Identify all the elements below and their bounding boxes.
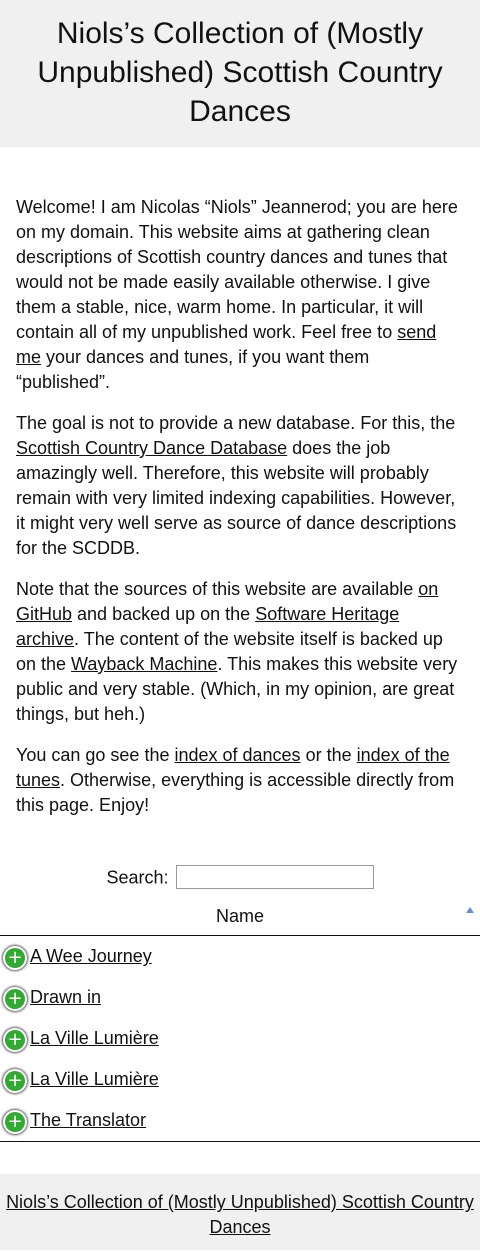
dance-cell: + La Ville Lumière <box>0 1018 480 1059</box>
intro-text: The goal is not to provide a new databas… <box>16 413 456 433</box>
index-of-dances-link[interactable]: index of dances <box>174 745 300 765</box>
site-header: Niols’s Collection of (Mostly Unpublishe… <box>0 0 480 147</box>
name-column-label: Name <box>215 905 264 926</box>
intro-text: . Otherwise, everything is accessible di… <box>16 770 455 815</box>
search-label: Search: <box>106 867 169 888</box>
dance-cell: + La Ville Lumière <box>0 1059 480 1100</box>
expand-plus-icon[interactable]: + <box>5 989 25 1010</box>
table-row: + La Ville Lumière <box>0 1059 480 1100</box>
expand-plus-icon[interactable]: + <box>5 1030 25 1051</box>
intro-text: your dances and tunes, if you want them … <box>16 347 370 392</box>
expand-plus-icon[interactable]: + <box>5 1112 25 1133</box>
intro-text: You can go see the <box>16 745 175 765</box>
page-title: Niols’s Collection of (Mostly Unpublishe… <box>37 17 443 128</box>
intro-paragraph-indexes: You can go see the index of dances or th… <box>16 743 464 818</box>
expand-plus-icon[interactable]: + <box>5 948 25 969</box>
footer-home-link[interactable]: Niols’s Collection of (Mostly Unpublishe… <box>6 1192 474 1237</box>
dance-link[interactable]: The Translator <box>30 1110 146 1130</box>
site-footer: Niols’s Collection of (Mostly Unpublishe… <box>0 1174 480 1251</box>
dance-link[interactable]: La Ville Lumière <box>30 1028 159 1048</box>
dance-link[interactable]: A Wee Journey <box>30 946 152 966</box>
intro-paragraph-welcome: Welcome! I am Nicolas “Niols” Jeannerod;… <box>16 195 464 395</box>
dance-link[interactable]: La Ville Lumière <box>30 1069 159 1089</box>
intro-text: or the <box>300 745 357 765</box>
intro-paragraph-goal: The goal is not to provide a new databas… <box>16 411 464 561</box>
table-row: + A Wee Journey <box>0 936 480 978</box>
wayback-machine-link[interactable]: Wayback Machine <box>71 654 217 674</box>
dances-table: Name + A Wee Journey + Drawn in + La Ville … <box>0 897 480 1143</box>
dance-cell: + Drawn in <box>0 977 480 1018</box>
name-column-header[interactable]: Name <box>0 897 480 937</box>
search-input[interactable] <box>175 865 374 890</box>
sort-ascending-icon <box>466 907 474 914</box>
intro-paragraph-sources: Note that the sources of this website ar… <box>16 577 464 727</box>
dance-cell: + A Wee Journey <box>0 936 480 977</box>
main-content: Welcome! I am Nicolas “Niols” Jeannerod;… <box>0 147 480 818</box>
scddb-link[interactable]: Scottish Country Dance Database <box>16 438 287 458</box>
intro-text: Note that the sources of this website ar… <box>16 579 419 599</box>
search-row: Search: <box>0 862 480 891</box>
dance-link[interactable]: Drawn in <box>30 987 101 1007</box>
intro-text: and backed up on the <box>72 604 256 624</box>
expand-plus-icon[interactable]: + <box>5 1071 25 1092</box>
table-row: + The Translator <box>0 1100 480 1143</box>
dance-cell: + The Translator <box>0 1100 480 1141</box>
intro-text: Welcome! I am Nicolas “Niols” Jeannerod;… <box>16 197 458 342</box>
table-row: + La Ville Lumière <box>0 1018 480 1059</box>
table-row: + Drawn in <box>0 977 480 1018</box>
